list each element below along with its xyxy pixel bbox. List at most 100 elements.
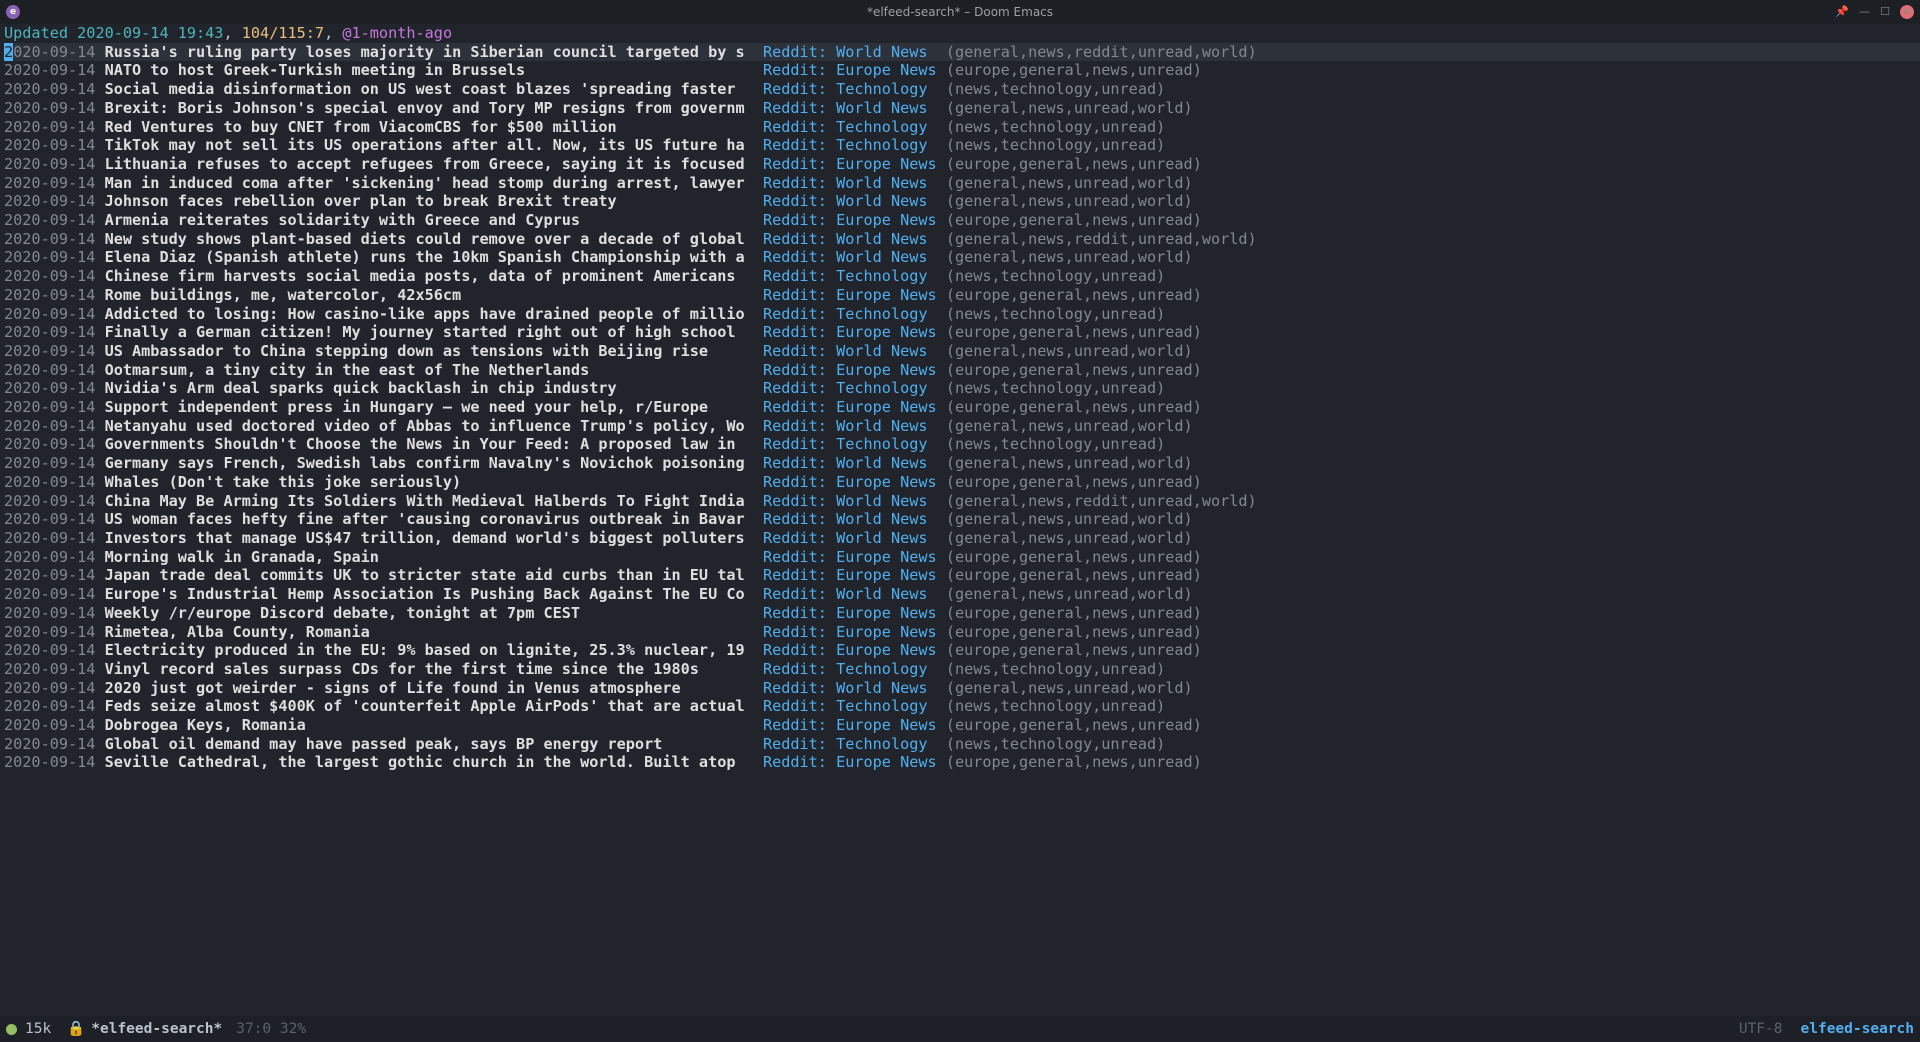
- entry-title: NATO to host Greek-Turkish meeting in Br…: [105, 61, 763, 79]
- entry-tags: (europe,general,news,unread): [946, 323, 1202, 341]
- entry-feed: Reddit: Europe News: [763, 566, 946, 584]
- feed-entry[interactable]: 2020-09-14 Global oil demand may have pa…: [4, 735, 1920, 754]
- feed-entry[interactable]: 2020-09-14 Rome buildings, me, watercolo…: [4, 286, 1920, 305]
- feed-entry[interactable]: 2020-09-14 Morning walk in Granada, Spai…: [4, 548, 1920, 567]
- feed-entry[interactable]: 2020-09-14 Red Ventures to buy CNET from…: [4, 118, 1920, 137]
- entry-feed: Reddit: Europe News: [763, 641, 946, 659]
- feed-entry[interactable]: 2020-09-14 New study shows plant-based d…: [4, 230, 1920, 249]
- entry-feed: Reddit: Technology: [763, 697, 946, 715]
- entry-tags: (general,news,reddit,unread,world): [946, 230, 1257, 248]
- feed-entry[interactable]: 2020-09-14 Investors that manage US$47 t…: [4, 529, 1920, 548]
- entry-tags: (europe,general,news,unread): [946, 286, 1202, 304]
- feed-entry[interactable]: 2020-09-14 2020 just got weirder - signs…: [4, 679, 1920, 698]
- entry-title: Morning walk in Granada, Spain: [105, 548, 763, 566]
- feed-entry[interactable]: 2020-09-14 Dobrogea Keys, Romania Reddit…: [4, 716, 1920, 735]
- entry-feed: Reddit: Europe News: [763, 604, 946, 622]
- entry-tags: (news,technology,unread): [946, 80, 1165, 98]
- buffer-size: 15k: [25, 1020, 51, 1039]
- entry-title: Dobrogea Keys, Romania: [105, 716, 763, 734]
- entry-title: Social media disinformation on US west c…: [105, 80, 763, 98]
- window-title: *elfeed-search* – Doom Emacs: [867, 3, 1053, 22]
- feed-entry[interactable]: 2020-09-14 Electricity produced in the E…: [4, 641, 1920, 660]
- feed-entry[interactable]: 2020-09-14 Chinese firm harvests social …: [4, 267, 1920, 286]
- entry-title: Germany says French, Swedish labs confir…: [105, 454, 763, 472]
- entry-tags: (news,technology,unread): [946, 136, 1165, 154]
- feed-entry[interactable]: 2020-09-14 Vinyl record sales surpass CD…: [4, 660, 1920, 679]
- feed-entry[interactable]: 2020-09-14 Whales (Don't take this joke …: [4, 473, 1920, 492]
- entry-tags: (news,technology,unread): [946, 267, 1165, 285]
- emacs-app-icon: e: [6, 5, 20, 19]
- encoding: UTF-8: [1739, 1020, 1783, 1039]
- entry-title: Rome buildings, me, watercolor, 42x56cm: [105, 286, 763, 304]
- feed-entry[interactable]: 2020-09-14 Russia's ruling party loses m…: [4, 43, 1920, 62]
- entry-tags: (general,news,unread,world): [946, 99, 1193, 117]
- entry-title: New study shows plant-based diets could …: [105, 230, 763, 248]
- modeline: 15k 🔒 *elfeed-search* 37:0 32% UTF-8 elf…: [0, 1016, 1920, 1042]
- maximize-icon[interactable]: ☐: [1880, 3, 1890, 22]
- entry-tags: (europe,general,news,unread): [946, 548, 1202, 566]
- feed-entry[interactable]: 2020-09-14 NATO to host Greek-Turkish me…: [4, 61, 1920, 80]
- entry-tags: (news,technology,unread): [946, 379, 1165, 397]
- entry-title: Armenia reiterates solidarity with Greec…: [105, 211, 763, 229]
- entry-tags: (europe,general,news,unread): [946, 211, 1202, 229]
- entry-title: Seville Cathedral, the largest gothic ch…: [105, 753, 763, 771]
- entry-title: Russia's ruling party loses majority in …: [105, 43, 763, 61]
- feed-entry[interactable]: 2020-09-14 Netanyahu used doctored video…: [4, 417, 1920, 436]
- feed-entry[interactable]: 2020-09-14 Ootmarsum, a tiny city in the…: [4, 361, 1920, 380]
- feed-entry[interactable]: 2020-09-14 Social media disinformation o…: [4, 80, 1920, 99]
- entry-tags: (general,news,reddit,unread,world): [946, 492, 1257, 510]
- entry-tags: (general,news,unread,world): [946, 342, 1193, 360]
- entry-feed: Reddit: World News: [763, 529, 946, 547]
- close-icon[interactable]: ✕: [1900, 5, 1914, 19]
- feed-entry[interactable]: 2020-09-14 Addicted to losing: How casin…: [4, 305, 1920, 324]
- entry-tags: (europe,general,news,unread): [946, 604, 1202, 622]
- feed-entry[interactable]: 2020-09-14 US woman faces hefty fine aft…: [4, 510, 1920, 529]
- entry-tags: (news,technology,unread): [946, 305, 1165, 323]
- entry-feed: Reddit: Europe News: [763, 623, 946, 641]
- entry-title: Man in induced coma after 'sickening' he…: [105, 174, 763, 192]
- entry-tags: (europe,general,news,unread): [946, 641, 1202, 659]
- feed-entry[interactable]: 2020-09-14 Lithuania refuses to accept r…: [4, 155, 1920, 174]
- feed-entry[interactable]: 2020-09-14 Armenia reiterates solidarity…: [4, 211, 1920, 230]
- entry-feed: Reddit: Technology: [763, 118, 946, 136]
- feed-entry[interactable]: 2020-09-14 Johnson faces rebellion over …: [4, 192, 1920, 211]
- feed-entry[interactable]: 2020-09-14 Germany says French, Swedish …: [4, 454, 1920, 473]
- entry-title: Chinese firm harvests social media posts…: [105, 267, 763, 285]
- entry-feed: Reddit: World News: [763, 230, 946, 248]
- entry-tags: (general,news,reddit,unread,world): [946, 43, 1257, 61]
- pin-icon[interactable]: 📌: [1835, 3, 1849, 22]
- entry-title: Europe's Industrial Hemp Association Is …: [105, 585, 763, 603]
- feed-entry[interactable]: 2020-09-14 US Ambassador to China steppi…: [4, 342, 1920, 361]
- feed-entry[interactable]: 2020-09-14 Rimetea, Alba County, Romania…: [4, 623, 1920, 642]
- feed-entry[interactable]: 2020-09-14 Europe's Industrial Hemp Asso…: [4, 585, 1920, 604]
- feed-entry[interactable]: 2020-09-14 Japan trade deal commits UK t…: [4, 566, 1920, 585]
- feed-entry[interactable]: 2020-09-14 TikTok may not sell its US op…: [4, 136, 1920, 155]
- feed-entry[interactable]: 2020-09-14 Man in induced coma after 'si…: [4, 174, 1920, 193]
- feed-entry[interactable]: 2020-09-14 Governments Shouldn't Choose …: [4, 435, 1920, 454]
- minimize-icon[interactable]: —: [1859, 3, 1870, 22]
- major-mode: elfeed-search: [1801, 1020, 1915, 1039]
- entry-tags: (europe,general,news,unread): [946, 473, 1202, 491]
- feed-entry[interactable]: 2020-09-14 Nvidia's Arm deal sparks quic…: [4, 379, 1920, 398]
- entry-title: Red Ventures to buy CNET from ViacomCBS …: [105, 118, 763, 136]
- entry-title: TikTok may not sell its US operations af…: [105, 136, 763, 154]
- feed-entry[interactable]: 2020-09-14 Weekly /r/europe Discord deba…: [4, 604, 1920, 623]
- feed-entry[interactable]: 2020-09-14 Seville Cathedral, the larges…: [4, 753, 1920, 772]
- entry-tags: (news,technology,unread): [946, 435, 1165, 453]
- entry-title: Finally a German citizen! My journey sta…: [105, 323, 763, 341]
- entry-title: Investors that manage US$47 trillion, de…: [105, 529, 763, 547]
- entry-title: Japan trade deal commits UK to stricter …: [105, 566, 763, 584]
- feed-entry[interactable]: 2020-09-14 Feds seize almost $400K of 'c…: [4, 697, 1920, 716]
- feed-entry[interactable]: 2020-09-14 Brexit: Boris Johnson's speci…: [4, 99, 1920, 118]
- buffer-name: *elfeed-search*: [91, 1020, 222, 1039]
- entry-feed: Reddit: World News: [763, 43, 946, 61]
- feed-entry[interactable]: 2020-09-14 Elena Diaz (Spanish athlete) …: [4, 248, 1920, 267]
- elfeed-buffer[interactable]: Updated 2020-09-14 19:43, 104/115:7, @1-…: [0, 24, 1920, 772]
- entry-feed: Reddit: Europe News: [763, 716, 946, 734]
- feed-entry[interactable]: 2020-09-14 China May Be Arming Its Soldi…: [4, 492, 1920, 511]
- feed-entry[interactable]: 2020-09-14 Finally a German citizen! My …: [4, 323, 1920, 342]
- entry-tags: (europe,general,news,unread): [946, 155, 1202, 173]
- feed-entry[interactable]: 2020-09-14 Support independent press in …: [4, 398, 1920, 417]
- entry-feed: Reddit: Europe News: [763, 61, 946, 79]
- entry-tags: (general,news,unread,world): [946, 454, 1193, 472]
